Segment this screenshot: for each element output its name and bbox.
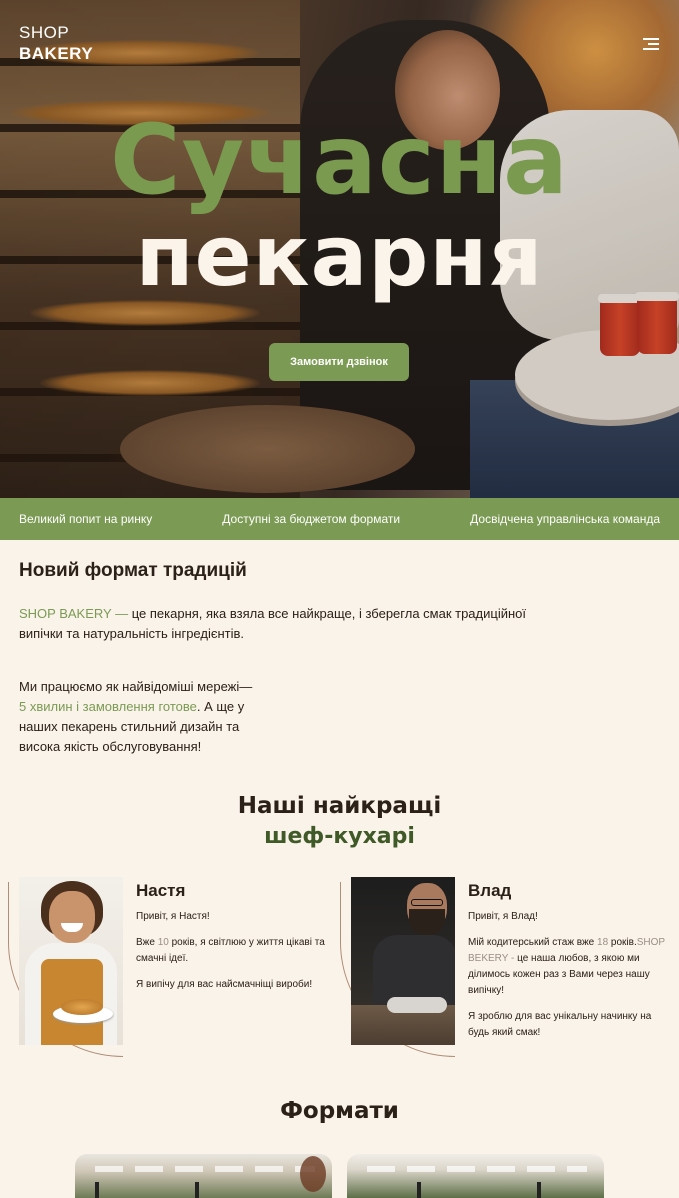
format-card[interactable] xyxy=(75,1154,332,1198)
menu-icon-line xyxy=(643,48,659,50)
chef-experience: Вже 10 років, я світлюю у життя цікаві т… xyxy=(136,935,336,967)
hero-title: Сучасна пекарня xyxy=(0,112,679,298)
hero-title-line-2: пекарня xyxy=(135,207,544,305)
card-photo-lamp xyxy=(537,1182,541,1198)
chefs-heading-line-1: Наші найкращі xyxy=(237,793,442,819)
chefs-heading: Наші найкращі шеф-кухарі xyxy=(0,790,679,853)
about-paragraph-2: Ми працюємо як найвідоміші мережі— 5 хвил… xyxy=(19,677,269,757)
logo-line-1: SHOP xyxy=(19,23,70,42)
brand-name: SHOP BAKERY — xyxy=(19,606,129,621)
benefits-band: Великий попит на ринку Доступні за бюдже… xyxy=(0,498,679,540)
menu-icon-line xyxy=(643,38,659,40)
chef-card-nastya: Настя Привіт, я Настя! Вже 10 років, я с… xyxy=(8,877,339,1057)
bio-text: Вже xyxy=(136,937,158,948)
hero-title-line-1: Сучасна xyxy=(110,104,569,216)
logo-line-2: BAKERY xyxy=(19,44,94,63)
site-logo[interactable]: SHOP BAKERY xyxy=(19,24,93,62)
bio-text: Мій кодитерський стаж вже xyxy=(468,937,598,948)
bio-years: 10 xyxy=(157,937,169,948)
chefs-heading-line-2: шеф-кухарі xyxy=(264,824,415,850)
about-paragraph-1: SHOP BAKERY — це пекарня, яка взяла все … xyxy=(19,604,559,644)
chef-photo-vlad xyxy=(351,877,455,1045)
chef-closing: Я зроблю для вас унікальну начинку на бу… xyxy=(468,1011,652,1038)
chef-closing: Я випічу для вас найсмачніщі вироби! xyxy=(136,979,313,990)
about-highlight: 5 хвилин і замовлення готове xyxy=(19,699,197,714)
format-card[interactable] xyxy=(347,1154,604,1198)
hero-section: SHOP BAKERY Сучасна пекарня Замовити дзв… xyxy=(0,0,679,498)
photo-hands xyxy=(387,997,447,1013)
photo-face xyxy=(49,891,95,943)
card-photo-lights xyxy=(95,1166,315,1172)
chef-bio: Привіт, я Настя! Вже 10 років, я світлюю… xyxy=(136,909,336,1003)
card-photo-lamp xyxy=(417,1182,421,1198)
chef-photo-nastya xyxy=(19,877,123,1045)
card-photo-lamp xyxy=(195,1182,199,1198)
bio-text: років. xyxy=(608,937,637,948)
chef-card-vlad: Влад Привіт, я Влад! Мій кодитерський ст… xyxy=(340,877,671,1057)
photo-glasses xyxy=(411,899,443,906)
chef-name: Настя xyxy=(136,881,186,900)
menu-icon-line xyxy=(648,43,659,45)
chef-greeting: Привіт, я Влад! xyxy=(468,911,538,922)
bio-years: 18 xyxy=(597,937,609,948)
benefit-item: Великий попит на ринку xyxy=(19,512,153,526)
chef-bio: Привіт, я Влад! Мій кодитерський стаж вж… xyxy=(468,909,668,1051)
benefit-item: Доступні за бюджетом формати xyxy=(222,512,401,526)
card-photo-lights xyxy=(367,1166,587,1172)
request-call-button[interactable]: Замовити дзвінок xyxy=(269,343,409,381)
chef-experience: Мій кодитерський стаж вже 18 років.SHOP … xyxy=(468,935,668,999)
chef-greeting: Привіт, я Настя! xyxy=(136,911,210,922)
formats-heading: Формати xyxy=(280,1098,399,1124)
hamburger-menu-icon[interactable] xyxy=(643,38,659,52)
photo-croissant xyxy=(61,999,103,1015)
about-text: Ми працюємо як найвідоміші мережі— xyxy=(19,679,253,694)
card-photo-lamp xyxy=(95,1182,99,1198)
card-photo-plant xyxy=(300,1156,326,1192)
chef-name: Влад xyxy=(468,881,512,900)
benefit-item: Досвідчена управлінська команда xyxy=(470,512,660,526)
about-heading: Новий формат традицій xyxy=(19,560,247,581)
